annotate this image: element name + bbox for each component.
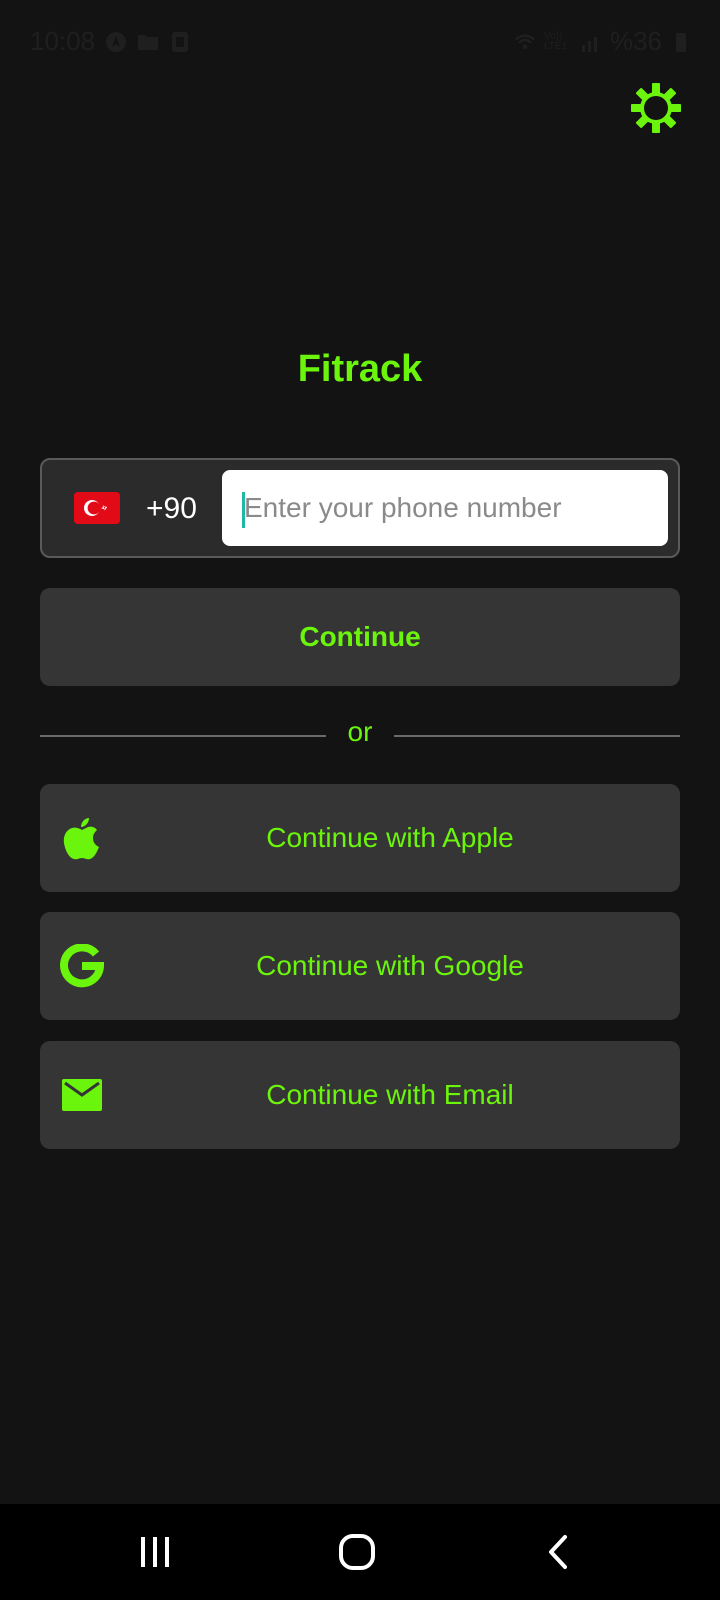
home-button[interactable] [327,1524,387,1580]
status-left: 10:08 [30,26,191,57]
battery-percentage: %36 [609,26,662,56]
status-bar: 10:08 Vo)) LTE1 %36 [0,0,720,82]
system-navigation-bar [0,1504,720,1600]
back-icon [549,1535,567,1569]
home-icon [339,1534,375,1570]
login-screen: 10:08 Vo)) LTE1 %36 Fitrack +90 Enter yo… [0,0,720,1600]
google-button-label: Continue with Google [256,950,524,981]
mail-icon [58,1071,106,1119]
settings-button[interactable] [630,82,682,134]
folder-icon [137,31,159,53]
continue-button[interactable]: Continue [40,588,680,686]
phone-input-container[interactable] [222,470,668,546]
status-time: 10:08 [30,26,96,56]
turkey-flag-icon[interactable] [74,492,120,524]
apple-icon [58,814,106,862]
back-button[interactable] [528,1524,588,1580]
recents-icon [141,1537,169,1567]
divider-line-right [394,735,680,737]
apple-button-label: Continue with Apple [266,822,514,853]
signal-icon [580,31,602,53]
recents-button[interactable] [125,1524,185,1580]
app-title: Fitrack [297,348,423,390]
divider-or-text: or [347,716,373,747]
gear-icon [631,83,681,133]
battery-icon [670,31,692,53]
network-label: Vo)) LTE1 [543,30,568,52]
wifi-icon [514,31,536,53]
phone-number-input[interactable] [244,470,654,546]
status-right: Vo)) LTE1 %36 [514,26,692,57]
country-dial-code[interactable]: +90 [146,492,197,526]
continue-with-apple-button[interactable]: Continue with Apple [40,784,680,892]
navigation-app-icon [105,31,127,53]
google-icon [58,942,106,990]
device-icon [169,31,191,53]
phone-input-group: +90 [40,458,680,558]
continue-with-google-button[interactable]: Continue with Google [40,912,680,1020]
email-button-label: Continue with Email [266,1079,514,1110]
continue-with-email-button[interactable]: Continue with Email [40,1041,680,1149]
divider-line-left [40,735,326,737]
